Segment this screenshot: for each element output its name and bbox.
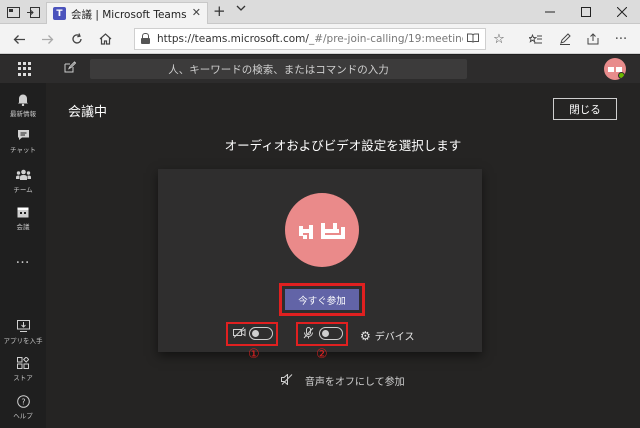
maximize-icon[interactable]	[568, 0, 604, 24]
ellipsis-icon[interactable]: ···	[612, 30, 630, 48]
join-now-button[interactable]: 今すぐ参加	[285, 289, 359, 310]
close-button[interactable]: 閉じる	[553, 98, 617, 120]
search-input[interactable]: 人、キーワードの検索、またはコマンドの入力	[90, 59, 467, 79]
tab-set-aside-icon[interactable]	[24, 3, 42, 21]
teams-icon	[0, 169, 46, 185]
annotation-marker-2: ②	[316, 347, 328, 362]
close-icon[interactable]: ✕	[192, 6, 201, 19]
download-icon	[0, 320, 46, 336]
chevron-down-icon[interactable]	[236, 4, 246, 15]
star-icon[interactable]: ☆	[490, 30, 508, 48]
tab-title: 会議 | Microsoft Teams	[71, 9, 187, 21]
rail-label: 会議	[16, 223, 30, 231]
help-icon: ?	[0, 395, 46, 411]
book-icon[interactable]	[467, 33, 479, 46]
teams-favicon-icon: T	[53, 7, 66, 20]
rail-label: アプリを入手	[3, 337, 43, 345]
rail-item-chat[interactable]: チャット	[0, 129, 46, 163]
app-launcher-icon[interactable]	[18, 62, 32, 76]
audio-off-label: 音声をオフにして参加	[304, 377, 405, 388]
join-audio-off-link[interactable]: 音声をオフにして参加	[46, 373, 640, 388]
join-button-highlight: 今すぐ参加	[279, 283, 365, 316]
page-title: 会議中	[68, 105, 108, 120]
device-settings-button[interactable]: ⚙ デバイス	[360, 328, 414, 343]
back-arrow-icon[interactable]	[10, 30, 28, 48]
avatar	[285, 193, 359, 267]
gear-icon: ⚙	[360, 329, 371, 343]
plus-icon[interactable]: +	[213, 2, 226, 20]
rail-item-activity[interactable]: 最新情報	[0, 93, 46, 127]
rail-label: チャット	[10, 146, 36, 154]
avatar[interactable]	[604, 58, 626, 80]
refresh-icon[interactable]	[68, 30, 86, 48]
video-toggle[interactable]	[249, 327, 273, 340]
rail-label: 最新情報	[10, 110, 36, 118]
home-icon[interactable]	[96, 30, 114, 48]
lock-icon	[141, 33, 150, 44]
rail-item-help[interactable]: ? ヘルプ	[0, 395, 46, 428]
forward-arrow-icon[interactable]	[38, 30, 56, 48]
browser-tab-strip: T 会議 | Microsoft Teams ✕ +	[0, 0, 640, 24]
meeting-prejoin-stage: 会議中 閉じる オーディオおよびビデオ設定を選択します 今すぐ参加 ⚙ デバイス…	[46, 83, 640, 428]
app-rail: 最新情報 チャット チーム 会議 … アプリを入手 ストア ? ヘルプ	[0, 83, 46, 428]
share-icon[interactable]	[584, 30, 602, 48]
compose-icon[interactable]	[64, 61, 77, 77]
store-icon	[0, 356, 46, 373]
calendar-icon	[0, 206, 46, 222]
rail-label: チーム	[13, 186, 33, 194]
camera-off-icon	[233, 327, 246, 341]
devices-label: デバイス	[374, 332, 415, 343]
pen-icon[interactable]	[556, 30, 574, 48]
rail-item-teams[interactable]: チーム	[0, 169, 46, 203]
presence-badge	[618, 72, 625, 79]
speaker-off-icon	[281, 373, 297, 388]
video-preview-panel: 今すぐ参加 ⚙ デバイス	[158, 169, 482, 352]
ellipsis-icon[interactable]: …	[0, 251, 46, 267]
mic-off-icon	[303, 327, 314, 342]
favorites-list-icon[interactable]	[526, 30, 544, 48]
annotation-marker-1: ①	[248, 347, 260, 362]
rail-label: ヘルプ	[13, 412, 33, 420]
chat-icon	[0, 129, 46, 145]
rail-item-get-app[interactable]: アプリを入手	[0, 320, 46, 354]
url-path: _#/pre-join-calling/19:meeting_M2Q2ODUxZ…	[308, 33, 463, 45]
url-field[interactable]: https://teams.microsoft.com/_#/pre-join-…	[134, 28, 486, 50]
browser-tab-teams[interactable]: T 会議 | Microsoft Teams ✕	[46, 2, 208, 24]
url-host: https://teams.microsoft.com/	[157, 33, 309, 45]
mic-toggle[interactable]	[319, 327, 343, 340]
bell-icon	[0, 93, 46, 109]
video-toggle-highlight	[226, 322, 278, 346]
browser-address-bar: https://teams.microsoft.com/_#/pre-join-…	[0, 24, 640, 54]
tab-actions-icon[interactable]	[4, 3, 22, 21]
rail-label: ストア	[13, 374, 33, 382]
rail-item-store[interactable]: ストア	[0, 356, 46, 391]
minimize-icon[interactable]	[532, 0, 568, 24]
close-icon[interactable]	[604, 0, 640, 24]
teams-header: 人、キーワードの検索、またはコマンドの入力	[0, 55, 640, 83]
settings-prompt: オーディオおよびビデオ設定を選択します	[224, 138, 462, 153]
svg-text:?: ?	[21, 398, 25, 407]
search-placeholder: 人、キーワードの検索、またはコマンドの入力	[168, 64, 389, 76]
rail-item-meetings[interactable]: 会議	[0, 206, 46, 240]
mic-toggle-highlight	[296, 322, 348, 346]
